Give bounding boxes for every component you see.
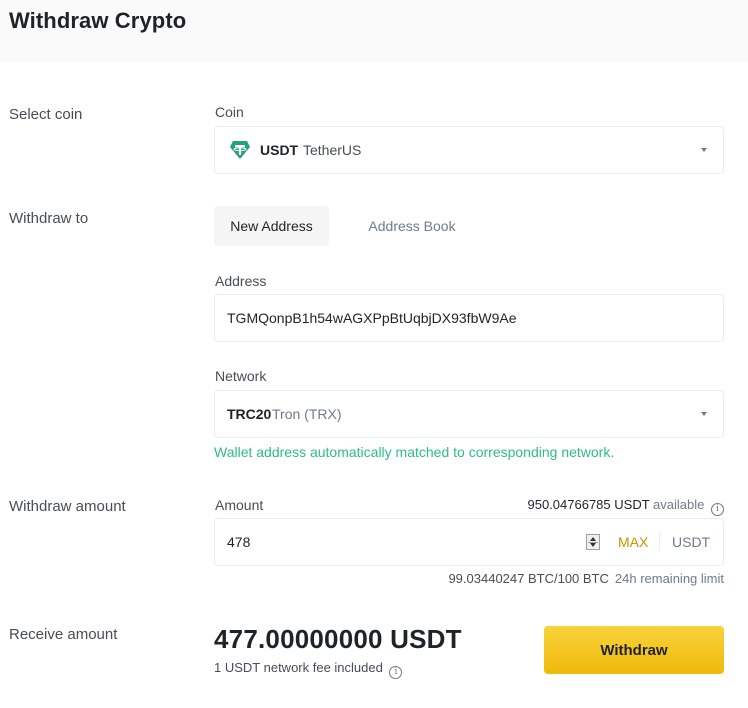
address-input-box [214,294,724,342]
page-header: Withdraw Crypto [0,0,748,62]
page-title: Withdraw Crypto [9,8,187,33]
available-balance: 950.04766785 USDT available i [527,497,724,516]
divider [659,533,660,551]
stepper-down-icon[interactable] [590,543,596,547]
select-coin-label: Select coin [9,106,83,123]
network-select[interactable]: TRC20 Tron (TRX) [214,390,724,438]
amount-field-label: Amount [215,497,264,513]
receive-amount-value: 477.00000000 USDT [214,624,462,654]
caret-down-icon [701,148,707,152]
tab-address-book[interactable]: Address Book [352,206,472,246]
info-icon[interactable]: i [389,666,403,679]
network-code: TRC20 [227,406,272,422]
network-field-label: Network [215,368,267,384]
tether-icon [230,141,250,159]
stepper-up-icon[interactable] [590,537,596,541]
receive-amount-label: Receive amount [9,626,118,643]
remaining-limit: 99.03440247 BTC/100 BTC 24h remaining lim… [448,571,724,586]
coin-select[interactable]: USDT TetherUS [214,126,724,174]
limit-label: 24h remaining limit [614,571,724,586]
address-field-label: Address [215,273,267,289]
limit-value: 99.03440247 BTC/100 BTC [448,571,609,586]
network-match-message: Wallet address automatically matched to … [214,444,615,460]
coin-field-label: Coin [215,104,244,120]
amount-input[interactable] [227,519,567,565]
max-button[interactable]: MAX [618,534,648,550]
available-label: available [653,497,705,512]
caret-down-icon [701,412,707,416]
withdraw-amount-label: Withdraw amount [9,498,126,515]
coin-symbol: USDT [260,142,299,158]
amount-unit: USDT [672,534,711,550]
amount-stepper[interactable] [586,534,600,550]
withdraw-to-label: Withdraw to [9,210,89,227]
available-amount: 950.04766785 USDT [527,497,650,512]
network-name: Tron (TRX) [272,406,342,422]
info-icon[interactable]: i [711,503,724,516]
address-input[interactable] [227,295,707,341]
withdraw-button[interactable]: Withdraw [544,626,724,674]
coin-name: TetherUS [303,142,362,158]
amount-input-box: MAX USDT [214,518,724,566]
tab-new-address[interactable]: New Address [214,206,329,246]
fee-note: 1 USDT network fee included i [214,660,403,679]
fee-note-text: 1 USDT network fee included [214,660,383,675]
